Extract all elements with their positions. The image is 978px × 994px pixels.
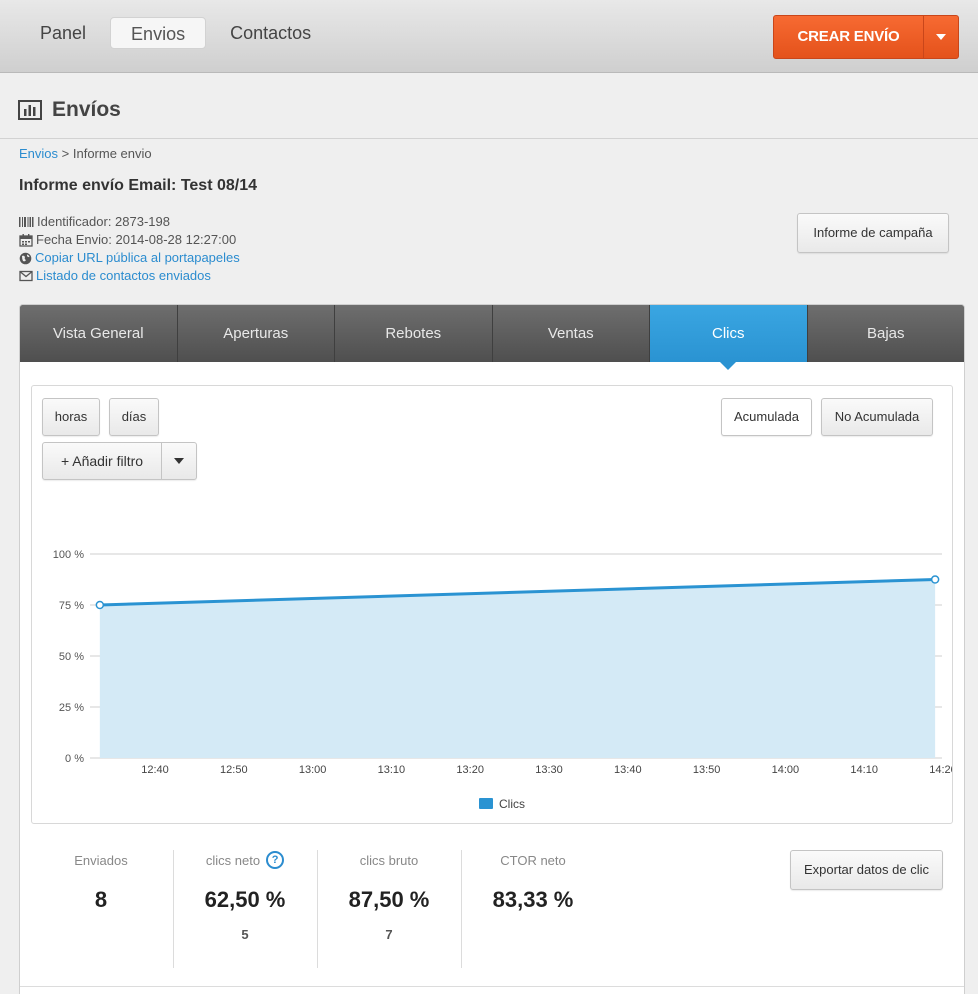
clicks-area-fill <box>99 579 936 758</box>
tab-vista-general[interactable]: Vista General <box>20 305 178 362</box>
globe-icon <box>19 252 32 264</box>
stat-divider <box>461 850 462 968</box>
panel-bottom-divider <box>20 986 964 987</box>
x-tick-label: 12:40 <box>141 764 169 776</box>
stat-gross-label: clics bruto <box>359 852 419 868</box>
clicks-area-layer <box>95 575 940 758</box>
tab-rebotes[interactable]: Rebotes <box>335 305 493 362</box>
stat-net-count: 5 <box>241 927 249 942</box>
report-panel: Vista General Aperturas Rebotes Ventas C… <box>19 304 965 994</box>
stat-net-value: 62,50 % <box>204 887 286 912</box>
envelope-icon <box>19 270 33 282</box>
nav-envios[interactable]: Envios <box>110 17 207 49</box>
y-axis-ticks: 0 % 25 % 50 % 75 % 100 % <box>53 549 84 765</box>
meta-copy-url: Copiar URL pública al portapapeles <box>19 249 240 267</box>
tab-clics-label: Clics <box>712 325 745 342</box>
tab-aperturas[interactable]: Aperturas <box>177 305 335 362</box>
chart-container: horas días Acumulada No Acumulada + Añad… <box>31 385 953 824</box>
stat-divider <box>317 850 318 968</box>
x-tick-label: 13:10 <box>378 764 406 776</box>
x-tick-label: 14:00 <box>772 764 800 776</box>
stat-ctor-value: 83,33 % <box>492 887 574 912</box>
breadcrumb-current: Informe envio <box>72 146 152 161</box>
x-tick-label: 14:10 <box>850 764 878 776</box>
page-header: Envíos <box>18 98 121 122</box>
stat-ctor-label: CTOR neto <box>500 852 566 868</box>
sent-contacts-list-link[interactable]: Listado de contactos enviados <box>36 267 211 285</box>
x-tick-label: 13:00 <box>299 764 327 776</box>
breadcrumb-link-envios[interactable]: Envios <box>19 146 58 161</box>
x-tick-label: 12:50 <box>220 764 248 776</box>
report-title: Informe envío Email: Test 08/14 <box>19 177 258 194</box>
x-tick-label: 14:20 <box>929 764 952 776</box>
y-tick-label: 25 % <box>59 702 84 714</box>
active-tab-pointer <box>720 362 737 370</box>
export-click-data-button[interactable]: Exportar datos de clic <box>790 850 943 890</box>
clicks-data-point <box>930 575 940 584</box>
create-send-button[interactable]: CREAR ENVÍO <box>774 16 923 58</box>
y-tick-label: 0 % <box>65 753 84 765</box>
tab-clics[interactable]: Clics <box>650 305 808 370</box>
meta-identifier: Identificador: 2873-198 <box>19 213 240 231</box>
page-title: Envíos <box>52 98 121 121</box>
stat-sent-label: Enviados <box>74 852 128 868</box>
meta-date: Fecha Envio: 2014-08-28 12:27:00 <box>19 231 240 249</box>
create-send-dropdown-toggle[interactable] <box>923 16 958 58</box>
tab-ventas[interactable]: Ventas <box>492 305 650 362</box>
stat-divider <box>173 850 174 968</box>
chart-legend: Clics <box>479 797 525 811</box>
y-tick-label: 100 % <box>53 549 84 561</box>
copy-public-url-link[interactable]: Copiar URL pública al portapapeles <box>35 249 240 267</box>
header-divider <box>0 138 978 139</box>
stat-sent: Enviados 8 <box>31 850 171 913</box>
clicks-data-point <box>95 600 105 610</box>
tab-bajas[interactable]: Bajas <box>807 305 964 362</box>
report-meta: Identificador: 2873-198 Fecha Envio: 201… <box>19 213 240 285</box>
barcode-icon <box>19 217 34 227</box>
x-tick-label: 13:20 <box>456 764 484 776</box>
stat-ctor: CTOR neto 83,33 % <box>463 850 603 913</box>
caret-down-icon <box>936 34 946 40</box>
x-tick-label: 13:30 <box>535 764 563 776</box>
x-tick-label: 13:50 <box>693 764 721 776</box>
campaign-report-button[interactable]: Informe de campaña <box>797 213 949 253</box>
clicks-chart: 0 % 25 % 50 % 75 % 100 % 12:40 12:50 13:00 13:1… <box>53 549 952 811</box>
meta-contacts: Listado de contactos enviados <box>19 267 240 285</box>
y-tick-label: 75 % <box>59 600 84 612</box>
help-icon[interactable]: ? <box>266 851 285 869</box>
x-axis-ticks: 12:40 12:50 13:00 13:10 13:20 13:30 13:40 13:50… <box>141 764 952 776</box>
nav-panel[interactable]: Panel <box>20 17 106 49</box>
legend-swatch-clics <box>479 798 493 809</box>
top-navbar: Panel Envios Contactos CREAR ENVÍO <box>0 0 978 73</box>
stat-gross-value: 87,50 % <box>348 887 430 912</box>
bar-chart-icon <box>18 100 42 120</box>
stat-net-clicks: clics neto ? 62,50 % 5 <box>175 850 315 942</box>
calendar-icon <box>19 233 33 247</box>
stat-sent-value: 8 <box>94 887 108 912</box>
x-tick-label: 13:40 <box>614 764 642 776</box>
report-tabs: Vista General Aperturas Rebotes Ventas C… <box>20 305 964 370</box>
main-nav: Panel Envios Contactos <box>20 17 331 49</box>
y-tick-label: 50 % <box>59 651 84 663</box>
breadcrumb: Envios > Informe envio <box>19 146 152 161</box>
legend-label-clics: Clics <box>499 797 525 811</box>
create-send-button-group: CREAR ENVÍO <box>773 15 959 59</box>
identifier-text: Identificador: 2873-198 <box>37 214 170 229</box>
stat-gross-count: 7 <box>385 927 393 942</box>
send-date-text: Fecha Envio: 2014-08-28 12:27:00 <box>36 232 237 247</box>
nav-contactos[interactable]: Contactos <box>210 17 331 49</box>
breadcrumb-separator: > <box>58 146 73 161</box>
stat-gross-clicks: clics bruto 87,50 % 7 <box>319 850 459 943</box>
stat-net-label: clics neto <box>205 852 261 868</box>
